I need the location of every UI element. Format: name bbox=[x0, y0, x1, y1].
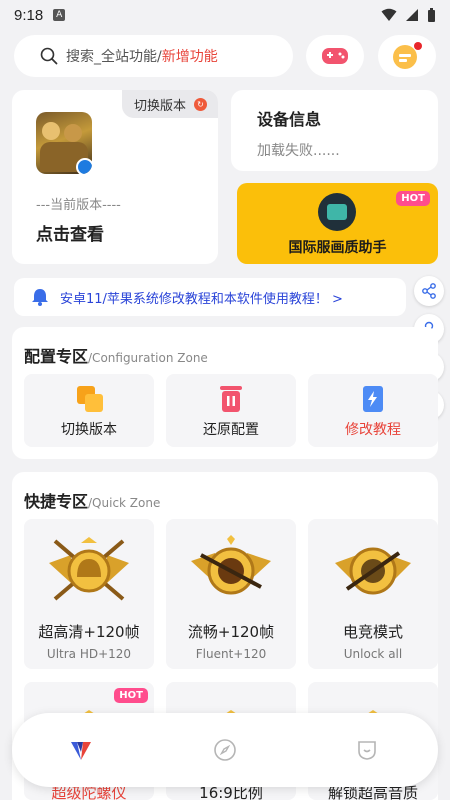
notification-badge: A bbox=[53, 9, 66, 21]
message-icon bbox=[393, 42, 422, 69]
quick-item-sublabel: Ultra HD+120 bbox=[46, 647, 132, 661]
search-bar[interactable]: 搜索_全站功能/新增功能 bbox=[14, 35, 293, 77]
config-item-label: 还原配置 bbox=[203, 422, 259, 438]
quick-item-fluent[interactable]: 流畅+120帧 Fluent+120 bbox=[166, 519, 296, 669]
bottom-nav bbox=[12, 713, 438, 787]
gold-rifle-badge-icon bbox=[191, 535, 271, 595]
share-icon bbox=[422, 283, 436, 299]
refresh-icon: ↻ bbox=[194, 97, 208, 111]
toolbox-icon bbox=[318, 193, 356, 231]
signal-icon bbox=[406, 9, 418, 21]
quick-zone-title: 快捷专区/Quick Zone bbox=[24, 492, 161, 511]
quick-item-label: 超高清+120帧 bbox=[38, 623, 140, 641]
battery-icon bbox=[428, 7, 435, 22]
tutorial-notice[interactable]: 安卓11/苹果系统修改教程和本软件使用教程！ > bbox=[14, 278, 406, 316]
switch-version-label: 切换版本 bbox=[134, 98, 187, 114]
device-info-status: 加载失败...... bbox=[257, 143, 340, 159]
view-version-link[interactable]: 点击查看 bbox=[36, 220, 104, 245]
config-item-tutorial[interactable]: 修改教程 bbox=[308, 374, 438, 447]
quick-item-sublabel: Fluent+120 bbox=[195, 647, 267, 661]
gold-helmet-badge-icon bbox=[49, 537, 129, 601]
intl-card-label: 国际服画质助手 bbox=[288, 240, 387, 256]
quick-item-label: 电竞模式 bbox=[342, 623, 403, 641]
tutorial-icon bbox=[363, 386, 383, 412]
quick-item-esports[interactable]: 电竞模式 Unlock all bbox=[308, 519, 438, 669]
intl-graphics-helper-card[interactable]: HOT 国际服画质助手 bbox=[237, 183, 438, 264]
config-item-switch-version[interactable]: 切换版本 bbox=[24, 374, 154, 447]
status-bar: 9:18 A bbox=[0, 0, 450, 30]
search-icon bbox=[40, 47, 58, 65]
hot-badge: HOT bbox=[114, 688, 148, 703]
game-controller-button[interactable] bbox=[306, 35, 364, 77]
switch-icon bbox=[77, 386, 103, 412]
config-zone-title: 配置专区/Configuration Zone bbox=[24, 347, 208, 366]
quick-item-ultra-hd[interactable]: 超高清+120帧 Ultra HD+120 bbox=[24, 519, 154, 669]
gamepad-icon bbox=[322, 48, 348, 64]
wifi-icon bbox=[381, 8, 397, 21]
config-item-label: 切换版本 bbox=[61, 422, 117, 438]
profile-icon bbox=[358, 741, 376, 760]
switch-version-tab[interactable]: 切换版本 ↻ bbox=[122, 90, 218, 118]
version-card[interactable]: 切换版本 ↻ ---当前版本---- 点击查看 bbox=[12, 90, 218, 264]
notice-text: 安卓11/苹果系统修改教程和本软件使用教程！ > bbox=[60, 291, 343, 307]
nav-discover[interactable] bbox=[210, 735, 240, 765]
gold-esports-badge-icon bbox=[335, 547, 411, 595]
nav-profile[interactable] bbox=[352, 735, 382, 765]
share-button[interactable] bbox=[414, 276, 444, 306]
hot-badge: HOT bbox=[396, 191, 430, 206]
compass-icon bbox=[214, 739, 236, 761]
bell-icon bbox=[32, 289, 48, 306]
restore-icon bbox=[220, 386, 242, 412]
messages-button[interactable] bbox=[378, 35, 436, 77]
quick-item-sublabel: Unlock all bbox=[343, 647, 403, 661]
quick-item-label: 流畅+120帧 bbox=[187, 623, 275, 641]
status-time: 9:18 bbox=[14, 6, 44, 24]
nav-home[interactable] bbox=[66, 735, 96, 765]
current-version-label: ---当前版本---- bbox=[36, 198, 121, 213]
game-icon bbox=[36, 112, 92, 174]
device-info-title: 设备信息 bbox=[257, 110, 322, 129]
search-placeholder: 搜索_全站功能/新增功能 bbox=[66, 49, 218, 65]
config-item-label: 修改教程 bbox=[345, 422, 401, 438]
home-icon bbox=[71, 742, 91, 760]
config-item-restore[interactable]: 还原配置 bbox=[166, 374, 296, 447]
device-info-card: 设备信息 加载失败...... bbox=[231, 90, 438, 171]
